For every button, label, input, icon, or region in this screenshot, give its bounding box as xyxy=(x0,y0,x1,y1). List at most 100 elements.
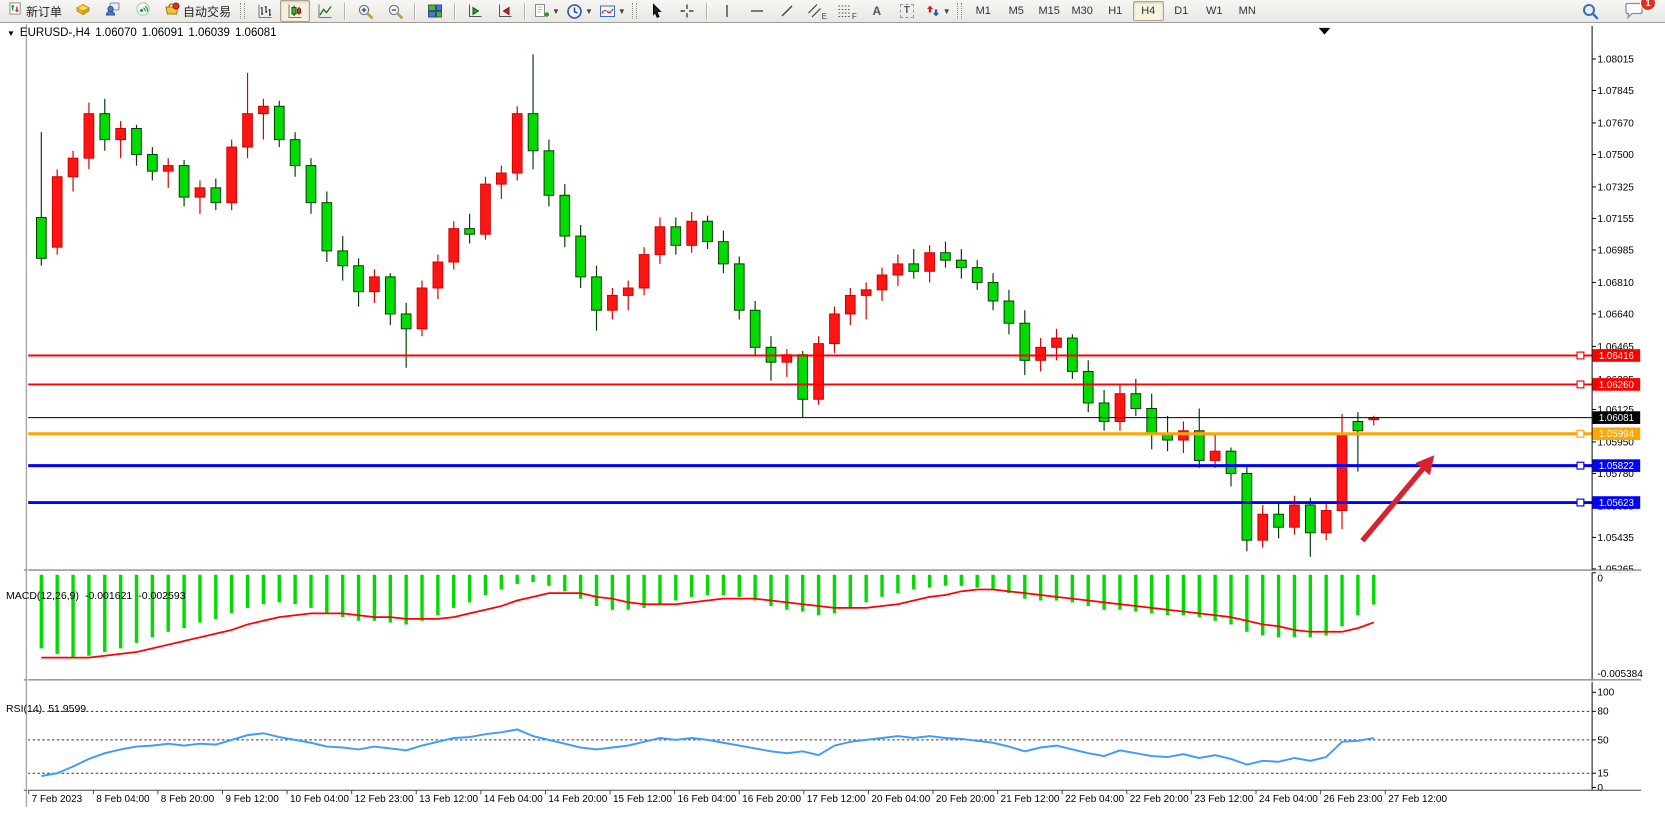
text-label-icon: T xyxy=(900,4,914,18)
chart-title: ▼ EURUSD-,H4 1.06070 1.06091 1.06039 1.0… xyxy=(7,27,277,39)
timeframe-d1[interactable]: D1 xyxy=(1166,1,1197,21)
svg-text:14 Feb 04:00: 14 Feb 04:00 xyxy=(484,794,543,805)
add-indicator-button[interactable]: ▼ xyxy=(530,0,563,22)
crosshair-button[interactable] xyxy=(672,0,702,22)
signals-icon xyxy=(135,1,151,22)
bar-chart-button[interactable] xyxy=(250,0,280,22)
cursor-button[interactable] xyxy=(642,0,672,22)
notifications-button[interactable]: 1 xyxy=(1619,0,1649,22)
rsi-value: 51.9599 xyxy=(48,703,86,715)
new-chart-button[interactable] xyxy=(68,0,98,22)
profile-button[interactable] xyxy=(98,0,128,22)
svg-text:1.07670: 1.07670 xyxy=(1597,118,1634,129)
line-chart-button[interactable] xyxy=(310,0,340,22)
toolbar: 新订单 自动交易 xyxy=(0,0,1665,23)
svg-text:1.05435: 1.05435 xyxy=(1597,533,1634,544)
svg-text:1.07155: 1.07155 xyxy=(1597,214,1634,225)
zoom-out-icon xyxy=(387,3,404,20)
price-line[interactable] xyxy=(28,499,1592,506)
svg-text:16 Feb 04:00: 16 Feb 04:00 xyxy=(678,794,737,805)
svg-text:1.07845: 1.07845 xyxy=(1597,86,1634,97)
timeframe-m5[interactable]: M5 xyxy=(1001,1,1032,21)
timeframe-m30[interactable]: M30 xyxy=(1067,1,1098,21)
chart-type-group xyxy=(250,0,340,22)
svg-text:1.07500: 1.07500 xyxy=(1597,150,1634,161)
text-label-button[interactable]: T xyxy=(892,0,922,22)
symbol-period: EURUSD-,H4 xyxy=(20,27,90,39)
new-order-icon xyxy=(8,1,23,21)
text-tool-icon: A xyxy=(872,4,881,18)
template-icon xyxy=(599,3,616,20)
equidistant-channel-button[interactable]: E xyxy=(802,0,832,22)
search-button[interactable] xyxy=(1575,0,1605,22)
svg-text:10 Feb 04:00: 10 Feb 04:00 xyxy=(290,794,349,805)
scroll-group xyxy=(460,0,520,22)
price-line[interactable] xyxy=(28,352,1592,359)
clock-icon xyxy=(566,3,583,20)
fibonacci-glyph: F xyxy=(852,12,857,21)
vertical-line-button[interactable] xyxy=(712,0,742,22)
timeframe-m15[interactable]: M15 xyxy=(1034,1,1065,21)
cursor-group xyxy=(642,0,702,22)
signals-button[interactable] xyxy=(128,0,158,22)
zoom-out-button[interactable] xyxy=(380,0,410,22)
price-line[interactable] xyxy=(28,381,1592,388)
zoom-in-icon xyxy=(357,3,374,20)
templates-button[interactable]: ▼ xyxy=(596,0,629,22)
horizontal-line-button[interactable] xyxy=(742,0,772,22)
chart-canvas[interactable]: 1.080151.078451.076701.075001.073251.071… xyxy=(0,24,1665,838)
timeframe-mn[interactable]: MN xyxy=(1232,1,1263,21)
auto-scroll-button[interactable] xyxy=(460,0,490,22)
mt4-application: 新订单 自动交易 xyxy=(0,0,1665,838)
timeframe-w1[interactable]: W1 xyxy=(1199,1,1230,21)
autotrading-button[interactable]: 自动交易 xyxy=(158,0,237,22)
autotrading-label: 自动交易 xyxy=(183,3,231,20)
toolbar-separator xyxy=(414,3,416,20)
chart-shift-marker[interactable] xyxy=(1319,28,1331,35)
svg-text:20 Feb 20:00: 20 Feb 20:00 xyxy=(936,794,995,805)
chevron-down-icon: ▼ xyxy=(943,7,951,16)
new-order-label: 新订单 xyxy=(26,3,62,20)
periods-button[interactable]: ▼ xyxy=(563,0,596,22)
chart-shift-button[interactable] xyxy=(490,0,520,22)
svg-text:21 Feb 12:00: 21 Feb 12:00 xyxy=(1001,794,1060,805)
channel-icon xyxy=(807,3,822,19)
new-order-button[interactable]: 新订单 xyxy=(2,0,68,22)
symbol-dropdown-icon[interactable]: ▼ xyxy=(7,29,15,38)
svg-text:13 Feb 12:00: 13 Feb 12:00 xyxy=(419,794,478,805)
trendline-button[interactable] xyxy=(772,0,802,22)
tile-windows-button[interactable] xyxy=(420,0,450,22)
profile-icon xyxy=(105,1,121,22)
text-tool-button[interactable]: A xyxy=(862,0,892,22)
svg-text:100: 100 xyxy=(1597,688,1614,699)
vertical-line-icon xyxy=(720,3,734,19)
macd-signal-line xyxy=(41,589,1373,657)
toolbar-grip xyxy=(632,3,637,19)
timeframe-m1[interactable]: M1 xyxy=(968,1,999,21)
svg-text:8 Feb 20:00: 8 Feb 20:00 xyxy=(161,794,215,805)
svg-text:0: 0 xyxy=(1597,783,1603,794)
candlestick-chart-icon xyxy=(287,3,303,19)
arrows-tool-icon xyxy=(925,3,941,19)
auto-scroll-icon xyxy=(467,3,483,19)
line-chart-icon xyxy=(317,3,333,19)
trendline-icon xyxy=(779,3,795,19)
svg-text:15: 15 xyxy=(1597,769,1609,780)
toolbar-separator xyxy=(454,3,456,20)
ohlc-open: 1.06070 xyxy=(95,27,137,39)
add-indicator-icon xyxy=(533,3,550,20)
zoom-in-button[interactable] xyxy=(350,0,380,22)
fibonacci-button[interactable]: F xyxy=(832,0,862,22)
drawing-tools-group: E F A T ▼ xyxy=(712,0,954,22)
timeframe-h4[interactable]: H4 xyxy=(1133,1,1164,21)
toolbar-separator xyxy=(524,3,526,20)
chart-shift-icon xyxy=(497,3,513,19)
trend-arrow[interactable] xyxy=(1362,455,1434,540)
timeframe-h1[interactable]: H1 xyxy=(1100,1,1131,21)
arrows-tool-button[interactable]: ▼ xyxy=(922,0,954,22)
svg-text:27 Feb 12:00: 27 Feb 12:00 xyxy=(1388,794,1447,805)
fibonacci-icon xyxy=(837,3,852,19)
ohlc-close: 1.06081 xyxy=(235,27,277,39)
candlestick-chart-button[interactable] xyxy=(280,0,310,22)
svg-text:15 Feb 12:00: 15 Feb 12:00 xyxy=(613,794,672,805)
